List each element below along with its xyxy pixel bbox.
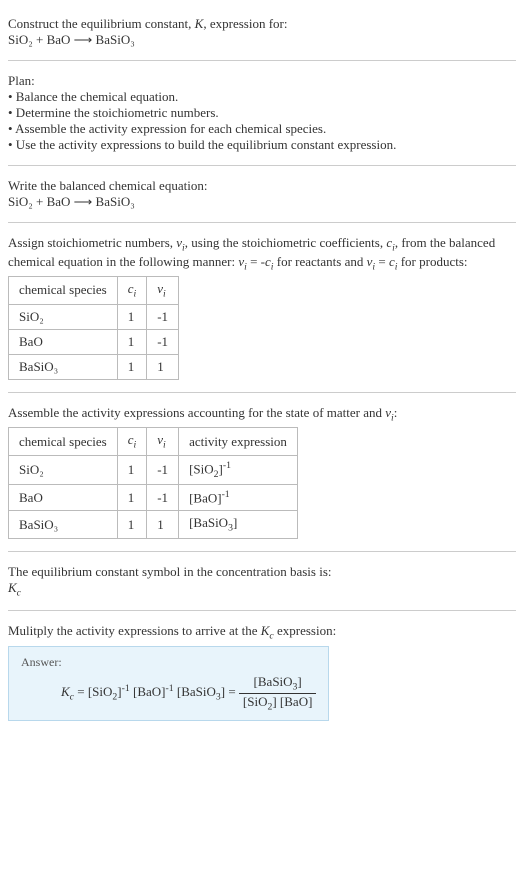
symbol-line1: The equilibrium constant symbol in the c… bbox=[8, 564, 516, 580]
activity-section: Assemble the activity expressions accoun… bbox=[8, 397, 516, 547]
symbol-section: The equilibrium constant symbol in the c… bbox=[8, 556, 516, 607]
balanced-equation: SiO₂ + BaO ⟶ BaSiO₃ bbox=[8, 194, 516, 210]
table-row: BaSiO₃ 1 1 [BaSiO3] bbox=[9, 511, 298, 539]
assign-text: Assign stoichiometric numbers, νi, using… bbox=[8, 235, 516, 272]
cell-species: SiO₂ bbox=[9, 455, 118, 484]
table-header-row: chemical species ci νi activity expressi… bbox=[9, 428, 298, 456]
cell-c: 1 bbox=[117, 304, 147, 329]
cell-c: 1 bbox=[117, 511, 147, 539]
balanced-section: Write the balanced chemical equation: Si… bbox=[8, 170, 516, 218]
intro-equation: SiO₂ + BaO ⟶ BaSiO₃ bbox=[8, 32, 516, 48]
cell-v: -1 bbox=[147, 329, 179, 354]
divider bbox=[8, 392, 516, 393]
col-species: chemical species bbox=[9, 428, 118, 456]
divider bbox=[8, 60, 516, 61]
divider bbox=[8, 610, 516, 611]
intro-line: Construct the equilibrium constant, K, e… bbox=[8, 16, 516, 32]
cell-expr: [BaSiO3] bbox=[179, 511, 298, 539]
cell-v: -1 bbox=[147, 455, 179, 484]
activity-text: Assemble the activity expressions accoun… bbox=[8, 405, 516, 424]
fraction-numerator: [BaSiO3] bbox=[239, 674, 317, 694]
intro-section: Construct the equilibrium constant, K, e… bbox=[8, 8, 516, 56]
answer-label: Answer: bbox=[21, 655, 316, 670]
cell-species: BaSiO₃ bbox=[9, 354, 118, 379]
col-c: ci bbox=[117, 277, 147, 305]
cell-species: BaO bbox=[9, 329, 118, 354]
symbol-kc: Kc bbox=[8, 580, 516, 599]
divider bbox=[8, 165, 516, 166]
cell-c: 1 bbox=[117, 354, 147, 379]
multiply-text: Mulitply the activity expressions to arr… bbox=[8, 623, 516, 642]
cell-v: 1 bbox=[147, 354, 179, 379]
cell-v: 1 bbox=[147, 511, 179, 539]
col-v: νi bbox=[147, 277, 179, 305]
cell-expr: [BaO]-1 bbox=[179, 484, 298, 510]
cell-species: SiO₂ bbox=[9, 304, 118, 329]
multiply-section: Mulitply the activity expressions to arr… bbox=[8, 615, 516, 729]
plan-section: Plan: • Balance the chemical equation. •… bbox=[8, 65, 516, 161]
table-row: SiO₂ 1 -1 [SiO2]-1 bbox=[9, 455, 298, 484]
plan-item: • Use the activity expressions to build … bbox=[8, 137, 516, 153]
answer-fraction: [BaSiO3] [SiO2] [BaO] bbox=[239, 674, 317, 712]
table-row: BaO 1 -1 bbox=[9, 329, 179, 354]
cell-c: 1 bbox=[117, 329, 147, 354]
assign-table: chemical species ci νi SiO₂ 1 -1 BaO 1 -… bbox=[8, 276, 179, 380]
table-row: BaSiO₃ 1 1 bbox=[9, 354, 179, 379]
col-c: ci bbox=[117, 428, 147, 456]
col-species: chemical species bbox=[9, 277, 118, 305]
plan-item: • Balance the chemical equation. bbox=[8, 89, 516, 105]
cell-species: BaSiO₃ bbox=[9, 511, 118, 539]
divider bbox=[8, 222, 516, 223]
plan-item: • Determine the stoichiometric numbers. bbox=[8, 105, 516, 121]
plan-heading: Plan: bbox=[8, 73, 516, 89]
table-row: SiO₂ 1 -1 bbox=[9, 304, 179, 329]
col-v: νi bbox=[147, 428, 179, 456]
cell-c: 1 bbox=[117, 484, 147, 510]
divider bbox=[8, 551, 516, 552]
table-header-row: chemical species ci νi bbox=[9, 277, 179, 305]
cell-c: 1 bbox=[117, 455, 147, 484]
cell-v: -1 bbox=[147, 304, 179, 329]
assign-section: Assign stoichiometric numbers, νi, using… bbox=[8, 227, 516, 388]
balanced-line: Write the balanced chemical equation: bbox=[8, 178, 516, 194]
cell-species: BaO bbox=[9, 484, 118, 510]
activity-table: chemical species ci νi activity expressi… bbox=[8, 427, 298, 538]
plan-item: • Assemble the activity expression for e… bbox=[8, 121, 516, 137]
fraction-denominator: [SiO2] [BaO] bbox=[239, 694, 317, 713]
col-expr: activity expression bbox=[179, 428, 298, 456]
answer-box: Answer: Kc = [SiO2]-1 [BaO]-1 [BaSiO3] =… bbox=[8, 646, 329, 721]
cell-v: -1 bbox=[147, 484, 179, 510]
cell-expr: [SiO2]-1 bbox=[179, 455, 298, 484]
answer-equation: Kc = [SiO2]-1 [BaO]-1 [BaSiO3] = [BaSiO3… bbox=[21, 674, 316, 712]
table-row: BaO 1 -1 [BaO]-1 bbox=[9, 484, 298, 510]
